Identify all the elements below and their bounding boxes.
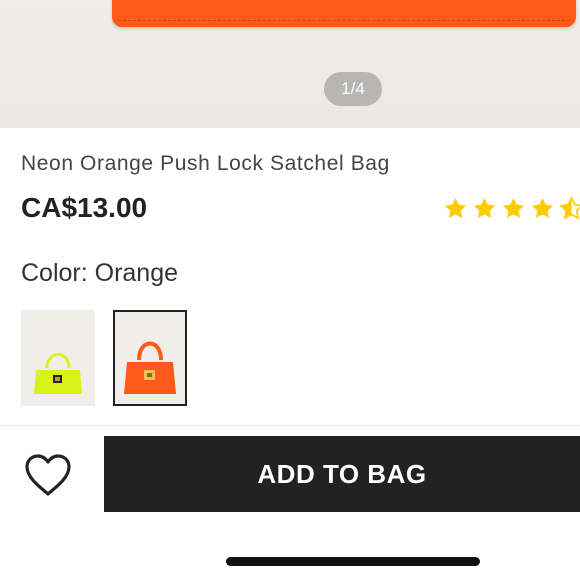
star-icon <box>531 197 554 218</box>
color-swatch-neon-yellow[interactable] <box>21 310 95 406</box>
orange-bag-thumbnail <box>115 312 185 404</box>
star-icon <box>502 197 525 218</box>
neon-yellow-bag-thumbnail <box>21 310 95 406</box>
star-icon <box>473 197 496 218</box>
selected-color-label: Color: Orange <box>21 259 179 287</box>
heart-icon <box>25 454 71 496</box>
image-pager-indicator: 1/4 <box>324 72 382 106</box>
rating-stars[interactable] <box>443 196 580 221</box>
divider <box>0 425 580 426</box>
product-image <box>112 0 576 27</box>
product-price: CA$13.00 <box>21 192 148 223</box>
add-to-bag-button[interactable]: ADD TO BAG <box>104 436 580 512</box>
product-title: Neon Orange Push Lock Satchel Bag <box>21 152 390 175</box>
product-screen: 1/4 Neon Orange Push Lock Satchel Bag CA… <box>0 0 580 580</box>
wishlist-button[interactable] <box>23 452 73 498</box>
star-icon <box>444 197 467 218</box>
color-swatch-orange[interactable] <box>113 310 187 406</box>
product-image-gallery[interactable]: 1/4 <box>0 0 580 128</box>
star-half-icon <box>559 196 580 220</box>
home-indicator[interactable] <box>226 557 480 566</box>
